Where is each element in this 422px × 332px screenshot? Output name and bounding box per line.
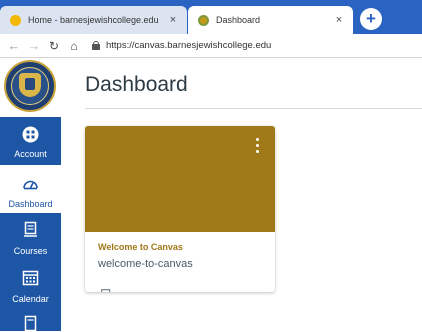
nav-item-account[interactable]: Account bbox=[0, 117, 61, 165]
page-title: Dashboard bbox=[85, 73, 188, 96]
forward-arrow-icon[interactable]: → bbox=[24, 38, 44, 53]
home-icon[interactable]: ⌂ bbox=[64, 39, 84, 53]
nav-item-label: Account bbox=[14, 149, 47, 159]
url-field[interactable]: https://canvas.barnesjewishcollege.edu bbox=[106, 40, 271, 51]
back-arrow-icon[interactable]: ← bbox=[4, 38, 24, 53]
calendar-icon bbox=[22, 270, 39, 286]
courses-icon bbox=[24, 221, 37, 237]
nav-item-calendar[interactable]: Calendar bbox=[0, 261, 61, 309]
nav-item-inbox[interactable] bbox=[0, 309, 61, 332]
account-icon bbox=[22, 126, 39, 143]
discussion-icon[interactable] bbox=[101, 289, 115, 292]
course-card[interactable]: Welcome to Canvas welcome-to-canvas bbox=[85, 126, 275, 292]
institution-logo-link[interactable] bbox=[0, 58, 61, 116]
lock-icon bbox=[92, 41, 100, 50]
title-divider bbox=[85, 108, 422, 109]
new-tab-button[interactable]: + bbox=[360, 8, 382, 30]
nav-item-courses[interactable]: Courses bbox=[0, 213, 61, 261]
card-options-icon[interactable] bbox=[255, 138, 261, 158]
tab-title: Home - barnesjewishcollege.edu bbox=[28, 15, 159, 25]
nav-item-dashboard[interactable]: Dashboard bbox=[0, 165, 61, 213]
browser-tab-home[interactable]: Home - barnesjewishcollege.edu × bbox=[0, 6, 187, 34]
dashboard-icon bbox=[23, 180, 38, 190]
course-card-header[interactable] bbox=[85, 126, 275, 232]
nav-item-label: Dashboard bbox=[8, 199, 53, 209]
browser-tab-bar: Home - barnesjewishcollege.edu × Dashboa… bbox=[0, 0, 422, 34]
tab-close-icon[interactable]: × bbox=[331, 14, 347, 26]
reload-icon[interactable]: ↻ bbox=[44, 39, 64, 53]
course-card-code: welcome-to-canvas bbox=[98, 258, 193, 270]
tab-close-icon[interactable]: × bbox=[165, 14, 181, 26]
college-seal-logo bbox=[4, 60, 56, 112]
nav-item-label: Calendar bbox=[12, 294, 49, 304]
tab-title: Dashboard bbox=[216, 15, 261, 25]
favicon-icon bbox=[198, 14, 209, 26]
browser-tab-dashboard[interactable]: Dashboard × bbox=[188, 6, 353, 34]
course-card-name[interactable]: Welcome to Canvas bbox=[98, 242, 183, 252]
favicon-icon bbox=[10, 14, 21, 26]
nav-item-label: Courses bbox=[13, 246, 48, 256]
global-navigation: Account Dashboard Courses Calendar bbox=[0, 58, 61, 332]
inbox-icon bbox=[24, 315, 37, 332]
address-bar: ← → ↻ ⌂ https://canvas.barnesjewishcolle… bbox=[0, 34, 422, 58]
